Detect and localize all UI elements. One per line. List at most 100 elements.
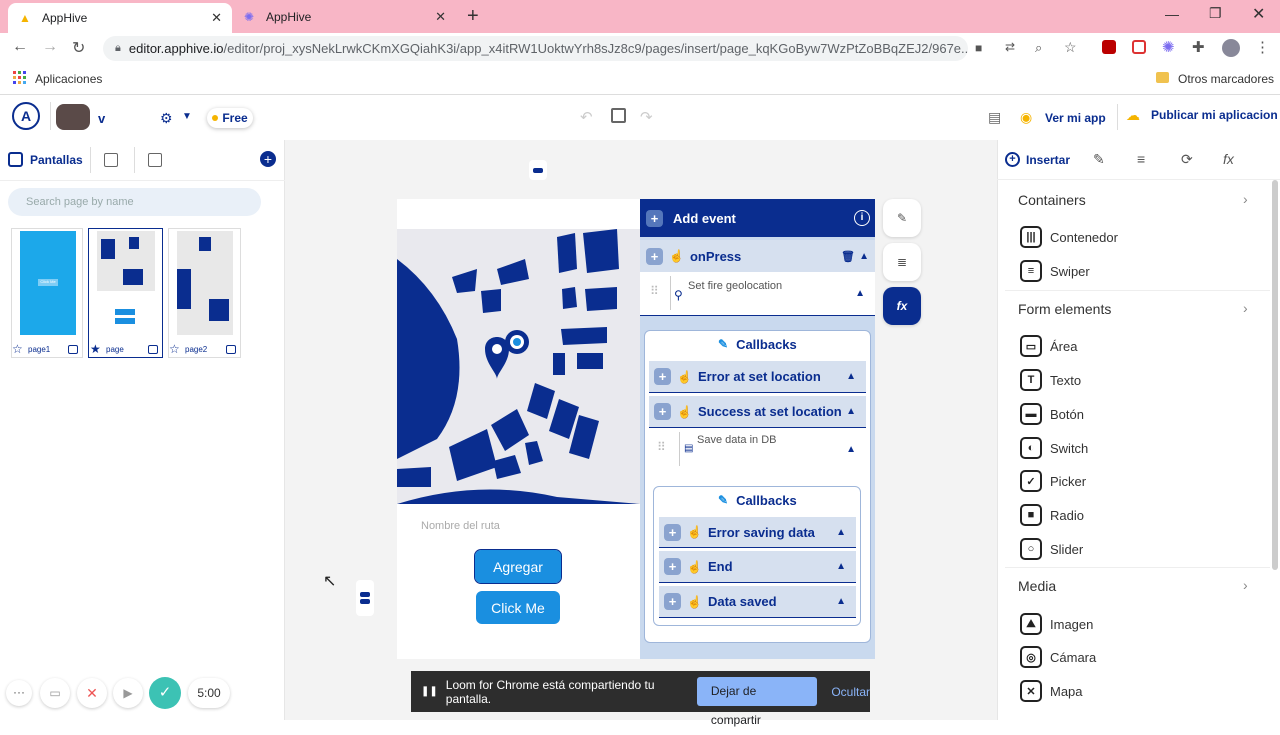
chevron-up-icon[interactable]: ▲ [846,444,856,455]
zoom-icon[interactable]: ⌕ [1035,40,1042,56]
callback-success-location[interactable]: + ☝ Success at set location ▲ [649,396,866,428]
add-page-icon[interactable]: + [260,151,276,167]
component-text[interactable]: T Texto [1020,369,1081,391]
component-image[interactable]: ⛰ Imagen [1020,613,1093,635]
reload-icon[interactable]: ↻ [72,38,85,58]
map-image[interactable] [397,229,640,534]
chevron-up-icon[interactable]: ▲ [846,406,856,417]
hide-button[interactable]: Ocultar [831,685,870,699]
trash-icon[interactable]: 🗑︎ [841,250,855,263]
star-icon[interactable]: ☆ [12,342,23,356]
component-slider[interactable]: ○ Slider [1020,538,1083,560]
page-settings-icon[interactable] [68,345,78,354]
profile-avatar[interactable] [1222,39,1240,57]
component-swiper[interactable]: ≡ Swiper [1020,260,1090,282]
action-save-data[interactable]: ⠿ ▤ Save data in DB ▲ [649,430,866,470]
click-me-button[interactable]: Click Me [476,591,560,624]
add-button[interactable]: Agregar [474,549,562,584]
add-action-icon[interactable]: + [646,247,663,265]
cancel-recording-icon[interactable]: ✕ [77,678,107,708]
pause-icon[interactable]: ▶︎ [113,678,143,708]
edit-tab-icon[interactable]: ✎ [1093,151,1105,168]
layout-tab-icon[interactable] [104,153,118,167]
drag-dots-icon[interactable]: ⠿ [650,284,660,298]
extension-apphive-icon[interactable]: ✺ [1162,38,1175,56]
drag-dots-icon[interactable]: ⠿ [657,440,666,454]
project-avatar[interactable] [56,104,90,130]
page-thumbnail-page[interactable]: ★ page [88,228,163,358]
restore-icon[interactable]: ❐ [1209,5,1222,22]
page-thumbnail-page1[interactable]: Click Me ☆ page1 [11,228,83,358]
stop-sharing-button[interactable]: Dejar de compartir [696,677,818,727]
new-tab-icon[interactable]: + [467,5,479,28]
onpress-event-row[interactable]: + ☝ onPress 🗑︎ ▲ [640,240,875,272]
info-icon[interactable]: i [854,210,870,226]
component-switch[interactable]: ◐ Switch [1020,437,1088,459]
add-action-icon[interactable]: + [664,523,681,541]
document-icon[interactable]: ▤ [988,109,1001,126]
screens-tab[interactable]: Pantallas [30,153,83,167]
section-media[interactable]: Media [1018,578,1056,594]
close-window-icon[interactable]: ✕ [1252,4,1265,24]
finish-recording-icon[interactable]: ✓ [149,677,181,709]
chevron-right-icon[interactable]: › [1243,191,1248,207]
browser-menu-icon[interactable]: ⋮ [1255,38,1270,56]
add-action-icon[interactable]: + [664,558,681,575]
functions-icon[interactable]: fx [883,287,921,325]
bookmark-star-icon[interactable]: ☆ [1064,39,1077,56]
camera-toggle-icon[interactable]: ▭ [40,678,70,708]
chevron-up-icon[interactable]: ▲ [855,288,865,299]
plan-badge[interactable]: Free [207,108,253,128]
component-radio[interactable]: ■ Radio [1020,504,1084,526]
component-map[interactable]: ✕ Mapa [1020,680,1083,702]
redo-icon[interactable]: ↷ [640,108,653,126]
extension-pocket-icon[interactable] [1132,40,1146,54]
section-form-elements[interactable]: Form elements [1018,301,1111,317]
resize-handle-icon[interactable] [356,580,374,616]
add-action-icon[interactable]: + [654,368,671,385]
screens-tab-icon[interactable] [8,152,23,167]
minimize-icon[interactable]: — [1165,6,1179,22]
add-action-icon[interactable]: + [654,403,671,420]
edit-properties-icon[interactable]: ✎ [883,199,921,237]
extensions-puzzle-icon[interactable]: ✚ [1192,38,1205,56]
chevron-up-icon[interactable]: ▲ [836,596,846,607]
component-camera[interactable]: ◎ Cámara [1020,646,1096,668]
chevron-right-icon[interactable]: › [1243,300,1248,316]
undo-icon[interactable]: ↶ [580,108,593,126]
save-icon[interactable] [611,108,626,123]
extension-shield-icon[interactable] [1102,40,1116,54]
refresh-tab-icon[interactable]: ⟳ [1181,151,1193,168]
camera-icon[interactable]: ■ [975,41,982,55]
drag-handle-icon[interactable] [529,160,547,180]
translate-icon[interactable]: ⇄ [1005,40,1015,54]
back-icon[interactable]: ← [12,38,28,56]
components-tab-icon[interactable] [148,153,162,167]
apps-grid-icon[interactable] [13,71,26,84]
edit-icon[interactable]: ✎ [718,493,728,507]
chevron-down-icon[interactable]: ▼ [182,111,192,122]
apphive-logo-icon[interactable]: A [12,102,40,130]
browser-tab[interactable]: ✺ AppHive ✕ [232,0,456,33]
bookmark-apps[interactable]: Aplicaciones [35,72,102,86]
component-container[interactable]: ||| Contenedor [1020,226,1118,248]
close-tab-icon[interactable]: ✕ [211,10,222,26]
star-filled-icon[interactable]: ★ [90,342,101,356]
component-area[interactable]: ▭ Área [1020,335,1077,357]
edit-icon[interactable]: ✎ [718,337,728,351]
page-settings-icon[interactable] [148,345,158,354]
add-action-icon[interactable]: + [664,593,681,610]
callback-error-saving[interactable]: + ☝ Error saving data ▲ [659,517,856,548]
star-icon[interactable]: ☆ [169,342,180,356]
publish-app-link[interactable]: Publicar mi aplicacion [1151,108,1278,122]
component-button[interactable]: ▬ Botón [1020,403,1084,425]
list-tab-icon[interactable]: ≡ [1137,151,1145,167]
chevron-up-icon[interactable]: ▲ [846,371,856,382]
bookmark-other[interactable]: Otros marcadores [1178,72,1274,86]
search-page-input[interactable]: Search page by name [8,188,261,216]
right-panel-scrollbar[interactable] [1272,180,1278,570]
action-geolocation[interactable]: ⠿ ⚲ Set fire geolocation ▲ [640,272,875,316]
database-tool-icon[interactable]: ≣ [883,243,921,281]
close-tab-icon[interactable]: ✕ [435,9,446,25]
browser-tab-active[interactable]: ▲ AppHive ✕ [8,3,232,33]
